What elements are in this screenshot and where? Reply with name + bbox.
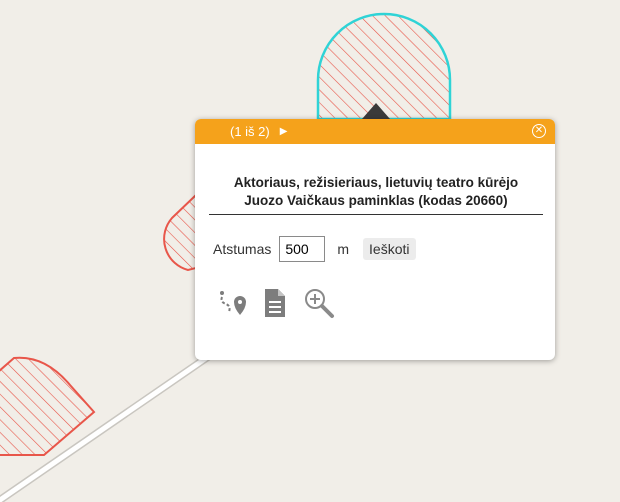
feature-title-line: Aktoriaus, režisieriaus, lietuvių teatro… (233, 175, 519, 190)
pager-count: (1 iš 2) (230, 124, 270, 139)
info-popup: (1 iš 2) ▶ ✕ Aktoriaus, režisieriaus, li… (195, 119, 555, 360)
zoom-in-icon[interactable] (303, 287, 335, 324)
popup-pointer (362, 103, 390, 119)
distance-input[interactable] (279, 236, 326, 262)
popup-toolbar (217, 287, 335, 324)
close-icon[interactable]: ✕ (532, 124, 546, 138)
heritage-area[interactable] (163, 192, 197, 272)
feature-pager: (1 iš 2) ▶ (230, 124, 287, 139)
distance-unit: m (337, 241, 350, 257)
feature-title-line: Juozo Vaičkaus paminklas (kodas 20660) (244, 193, 508, 208)
popup-header: (1 iš 2) ▶ ✕ (195, 119, 555, 144)
search-button[interactable]: Ieškoti (363, 238, 416, 260)
feature-title: Aktoriaus, režisieriaus, lietuvių teatro… (209, 174, 543, 215)
distance-label: Atstumas (213, 241, 272, 257)
route-icon[interactable] (217, 288, 247, 323)
distance-search: Atstumas m Ieškoti (213, 236, 416, 262)
next-feature-button[interactable]: ▶ (280, 126, 288, 137)
document-icon[interactable] (264, 288, 286, 323)
